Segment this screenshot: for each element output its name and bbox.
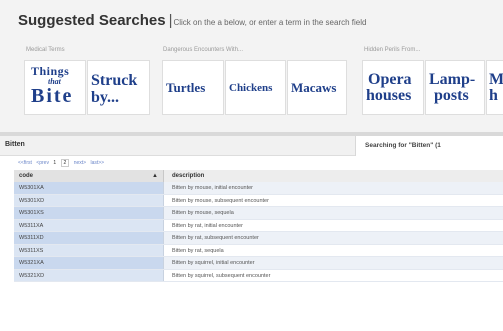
tile-things-that-bite[interactable]: Things that Bite [24, 60, 86, 115]
code-value: W5311XA [19, 222, 44, 229]
tile-text-line1: Macaws [291, 80, 337, 95]
description-value: Bitten by mouse, sequela [172, 210, 234, 216]
code-value: W5311XS [19, 247, 44, 254]
description-value: Bitten by rat, subsequent encounter [172, 235, 259, 241]
tile-text-line1: M [489, 71, 503, 88]
group-label-medical-terms: Medical Terms [26, 47, 65, 53]
code-value: W5301XA [19, 185, 44, 191]
description-value: Bitten by mouse, initial encounter [172, 185, 254, 191]
table-row[interactable]: W5311XD Bitten by rat, subsequent encoun… [14, 232, 503, 245]
pager-next-link[interactable]: next> [74, 160, 86, 166]
tile-text-line2: houses [366, 87, 412, 104]
code-value: W5301XD [19, 197, 45, 204]
results-bar: Bitten Searching for "Bitten" (1 [0, 136, 503, 156]
tile-struck-by[interactable]: Struck by... [87, 60, 150, 115]
code-value: W5321XD [19, 272, 45, 279]
code-cell: W5311XS [14, 244, 164, 256]
results-term-label: Bitten [5, 141, 25, 148]
code-cell: W5301XA [14, 182, 164, 194]
description-cell: Bitten by squirrel, initial encounter [164, 257, 503, 269]
description-cell: Bitten by rat, initial encounter [164, 219, 503, 231]
table-row[interactable]: W5301XD Bitten by mouse, subsequent enco… [14, 194, 503, 207]
tile-opera-houses[interactable]: Opera houses [362, 60, 424, 115]
code-cell: W5311XD [14, 232, 164, 244]
searching-tab[interactable]: Searching for "Bitten" (1 [355, 136, 503, 156]
pager-first-link[interactable]: <<first [18, 160, 32, 166]
code-cell: W5301XS [14, 207, 164, 219]
column-header-code[interactable]: code ▲ [14, 170, 164, 182]
code-value: W5301XS [19, 210, 44, 216]
table-row[interactable]: W5321XA Bitten by squirrel, initial enco… [14, 257, 503, 270]
code-cell: W5311XA [14, 219, 164, 231]
description-value: Bitten by squirrel, subsequent encounter [172, 272, 271, 279]
title-row: Suggested Searches |Click on the a below,… [18, 12, 366, 30]
pager-page-2-current[interactable]: 2 [60, 159, 70, 167]
tile-text-line2: by... [91, 89, 120, 106]
tile-turtles[interactable]: Turtles [162, 60, 224, 115]
tile-text-line1: Opera [368, 71, 412, 88]
code-cell: W5321XD [14, 269, 164, 281]
pager: <<first <prev 1 2 next> last>> [18, 159, 107, 167]
code-cell: W5301XD [14, 194, 164, 206]
description-cell: Bitten by rat, subsequent encounter [164, 232, 503, 244]
tile-text-line1: Chickens [229, 82, 273, 94]
tile-text-line1: Turtles [166, 80, 206, 95]
pager-page-1[interactable]: 1 [53, 160, 56, 166]
page-title: Suggested Searches [18, 12, 166, 29]
tile-macaws[interactable]: Macaws [287, 60, 347, 115]
table-row[interactable]: W5321XD Bitten by squirrel, subsequent e… [14, 269, 503, 282]
tile-text-line2: h [489, 87, 498, 104]
tile-text-line2: posts [434, 87, 469, 104]
description-cell: Bitten by mouse, sequela [164, 207, 503, 219]
code-value: W5311XD [19, 235, 44, 241]
tile-text-line1: Struck [91, 72, 138, 89]
description-value: Bitten by mouse, subsequent encounter [172, 197, 269, 204]
searching-for-label: Searching for "Bitten" (1 [365, 142, 441, 149]
description-cell: Bitten by rat, sequela [164, 244, 503, 256]
column-header-description-label: description [172, 173, 205, 179]
pager-last-link[interactable]: last>> [90, 160, 104, 166]
suggested-searches-panel: Suggested Searches |Click on the a below,… [0, 0, 503, 132]
tile-text-line3: Bite [31, 85, 74, 107]
group-label-hidden-perils: Hidden Perils From... [364, 47, 421, 53]
table-row[interactable]: W5301XA Bitten by mouse, initial encount… [14, 182, 503, 195]
code-cell: W5321XA [14, 257, 164, 269]
table-row[interactable]: W5311XS Bitten by rat, sequela [14, 244, 503, 257]
description-value: Bitten by squirrel, initial encounter [172, 260, 255, 266]
sort-triangle-icon[interactable]: ▲ [152, 173, 158, 179]
tile-lamp-posts[interactable]: Lamp- posts [425, 60, 485, 115]
description-cell: Bitten by squirrel, subsequent encounter [164, 269, 503, 281]
tile-text-line1: Lamp- [429, 71, 476, 88]
tile-chickens[interactable]: Chickens [225, 60, 286, 115]
title-hint: Click on the a below, or enter a term in… [173, 18, 367, 27]
description-cell: Bitten by mouse, initial encounter [164, 182, 503, 194]
description-value: Bitten by rat, sequela [172, 247, 224, 254]
description-cell: Bitten by mouse, subsequent encounter [164, 194, 503, 206]
grid-header: code ▲ description [14, 170, 503, 182]
column-header-description[interactable]: description [164, 170, 503, 182]
pager-prev-link[interactable]: <prev [36, 160, 49, 166]
table-row[interactable]: W5311XA Bitten by rat, initial encounter [14, 219, 503, 232]
description-value: Bitten by rat, initial encounter [172, 222, 243, 229]
tile-text-line1: Things [31, 64, 70, 78]
tile-partial[interactable]: M h [486, 60, 503, 115]
group-label-dangerous-encounters: Dangerous Encounters With... [163, 47, 244, 53]
table-row[interactable]: W5301XS Bitten by mouse, sequela [14, 207, 503, 220]
column-header-code-label: code [19, 173, 34, 179]
code-value: W5321XA [19, 260, 44, 266]
results-table-body: W5301XA Bitten by mouse, initial encount… [14, 182, 503, 282]
